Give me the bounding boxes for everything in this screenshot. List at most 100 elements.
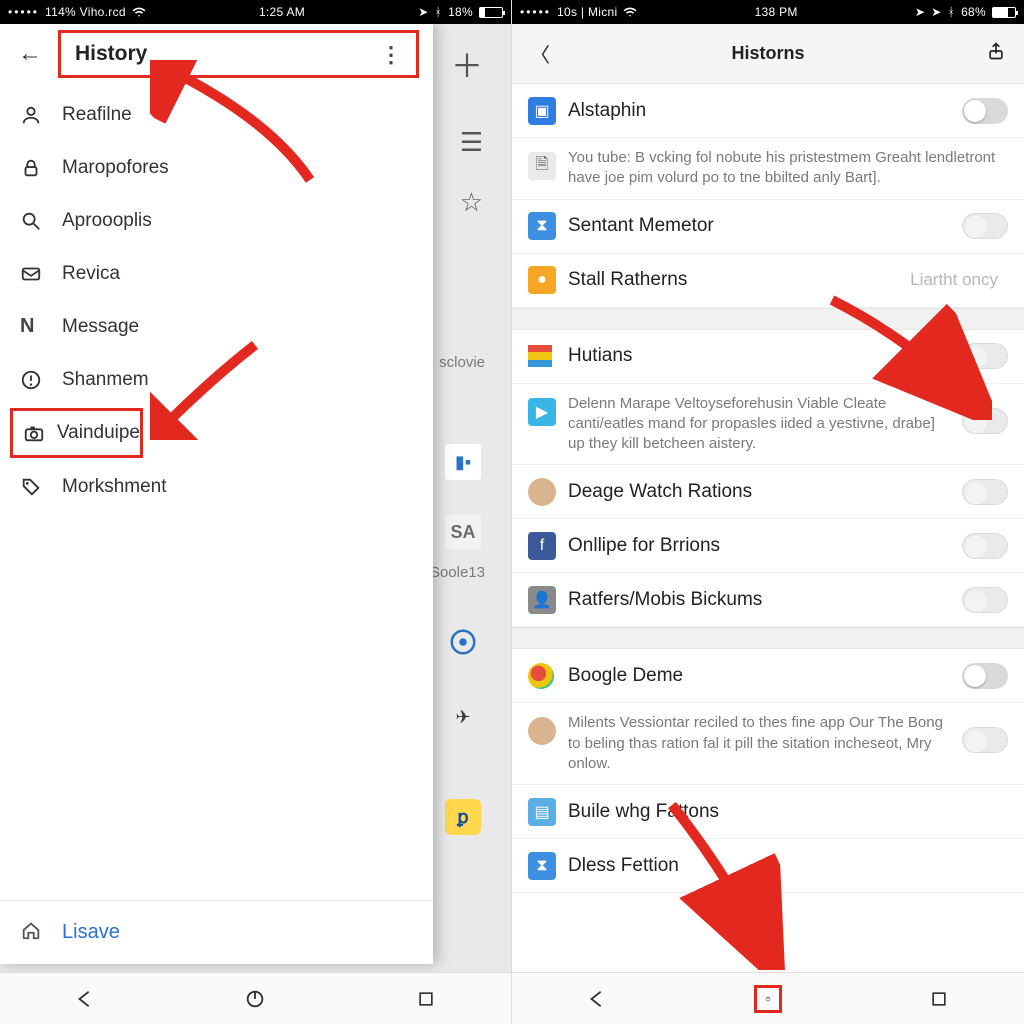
mail-icon: [20, 263, 62, 285]
person-icon: [20, 104, 62, 126]
battery-icon: [992, 7, 1016, 18]
hourglass-icon: ⧗: [528, 212, 556, 240]
row-stall-side: Liartht oncy: [910, 270, 998, 290]
wifi-icon: [132, 5, 146, 19]
play-icon: ▶: [528, 398, 556, 426]
section-divider: [512, 308, 1024, 330]
home-outline-icon: [20, 919, 62, 947]
person-orange-icon: ●: [528, 266, 556, 294]
person-silhouette-icon: 👤: [528, 586, 556, 614]
back-arrow-icon[interactable]: ←: [10, 40, 50, 68]
avatar-icon: [528, 478, 556, 506]
clock: 138 PM: [755, 5, 798, 19]
row-boogle[interactable]: Boogle Deme: [512, 649, 1024, 703]
row-hutians[interactable]: Hutians: [512, 330, 1024, 384]
calc-icon: ▤: [528, 798, 556, 826]
signal-dots: •••••: [520, 5, 551, 19]
menu-label: Maropofores: [62, 157, 169, 179]
folder-icon: ▣: [528, 97, 556, 125]
bg-label-sclovie: sclovie: [439, 354, 485, 371]
nav-home-icon-highlight[interactable]: [754, 985, 782, 1013]
carrier-label: 114% Viho.rcd: [45, 5, 126, 19]
stack-icon: [528, 345, 552, 367]
toggle-sentant[interactable]: [962, 213, 1008, 239]
toggle-onllipe[interactable]: [962, 533, 1008, 559]
right-header: 〈 Historns: [512, 24, 1024, 84]
toggle-alstaphin[interactable]: [962, 98, 1008, 124]
nav-back-icon[interactable]: [583, 985, 611, 1013]
menu-label: Vainduipe: [57, 422, 140, 444]
toggle-deage[interactable]: [962, 479, 1008, 505]
star-outline-icon[interactable]: ☆: [460, 187, 483, 218]
row-dless[interactable]: ⧗ Dless Fettion: [512, 839, 1024, 893]
camera-icon: [23, 422, 57, 444]
row-sentant[interactable]: ⧗ Sentant Memetor: [512, 200, 1024, 254]
toggle-ratfers[interactable]: [962, 587, 1008, 613]
menu-label: Revica: [62, 263, 120, 285]
carrier-label: 10s | Micni: [557, 5, 617, 19]
bg-tile-plane-icon: ✈: [445, 699, 481, 735]
location-arrow-icon: ➤: [915, 5, 925, 19]
menu-item-maropofores[interactable]: Maropofores: [0, 141, 433, 194]
plus-icon[interactable]: ＋: [451, 41, 483, 87]
section-divider: [512, 627, 1024, 649]
menu-item-reafilne[interactable]: Reafilne: [0, 88, 433, 141]
menu-label: Reafilne: [62, 104, 132, 126]
status-bar-left: ••••• 114% Viho.rcd 1:25 AM ➤ ᚼ 18%: [0, 0, 511, 24]
settings-scroll[interactable]: ▣ Alstaphin 🗎 You tube: B vcking fol nob…: [512, 84, 1024, 972]
row-buile[interactable]: ▤ Buile whg Fattons: [512, 785, 1024, 839]
bg-tile-circle-icon: [445, 624, 481, 660]
menu-item-message[interactable]: N Message: [0, 300, 433, 353]
toggle-hutians[interactable]: [962, 343, 1008, 369]
bluetooth-icon: ᚼ: [948, 5, 956, 19]
battery-icon: [479, 7, 503, 18]
bg-tile-sa: SA: [445, 514, 481, 550]
menu-item-aproooplis[interactable]: Aproooplis: [0, 194, 433, 247]
android-nav-left: [0, 972, 511, 1024]
kebab-menu-icon[interactable]: ⋮: [380, 49, 402, 60]
wifi-icon: [623, 5, 637, 19]
avatar-icon: [528, 717, 556, 745]
search-icon: [20, 210, 62, 232]
menu-label: Morkshment: [62, 476, 167, 498]
google-dots-icon: [528, 663, 554, 689]
menu-item-morkshment[interactable]: Morkshment: [0, 460, 433, 513]
toggle-boogle[interactable]: [962, 663, 1008, 689]
chevron-left-icon[interactable]: 〈: [530, 39, 550, 68]
nav-home-icon[interactable]: [241, 985, 269, 1013]
page-title: Historns: [731, 43, 804, 64]
toggle-delenn[interactable]: [962, 408, 1008, 434]
menu-label: Message: [62, 316, 139, 338]
tag-icon: [20, 476, 62, 498]
status-bar-right: ••••• 10s | Micni 138 PM ➤ ➤ ᚼ 68%: [512, 0, 1024, 24]
signal-dots: •••••: [8, 5, 39, 19]
lock-icon: [20, 157, 62, 179]
row-milents-blurb: Milents Vessiontar reciled to thes fine …: [512, 703, 1024, 785]
nav-back-icon[interactable]: [71, 985, 99, 1013]
row-youtube-blurb: 🗎 You tube: B vcking fol nobute his pris…: [512, 138, 1024, 200]
nav-recent-icon[interactable]: [412, 985, 440, 1013]
bg-label-soole: Soole13: [430, 564, 485, 581]
nav-recent-icon[interactable]: [925, 985, 953, 1013]
hourglass-icon: ⧗: [528, 852, 556, 880]
hamburger-icon[interactable]: ☰: [460, 127, 483, 158]
share-up-icon[interactable]: [986, 41, 1006, 67]
menu-item-revica[interactable]: Revica: [0, 247, 433, 300]
toggle-milents[interactable]: [962, 727, 1008, 753]
row-onllipe[interactable]: f Onllipe for Brrions: [512, 519, 1024, 573]
row-ratfers[interactable]: 👤 Ratfers/Mobis Bickums: [512, 573, 1024, 627]
menu-item-vainduipe-highlight[interactable]: Vainduipe: [10, 408, 143, 458]
row-alstaphin[interactable]: ▣ Alstaphin: [512, 84, 1024, 138]
menu-item-shanmem[interactable]: Shanmem: [0, 353, 433, 406]
drawer-menu: Reafilne Maropofores Aproooplis Revica N…: [0, 84, 433, 513]
row-deage[interactable]: Deage Watch Rations: [512, 465, 1024, 519]
document-icon: 🗎: [528, 152, 556, 180]
clock: 1:25 AM: [259, 5, 305, 19]
alert-icon: [20, 369, 62, 391]
location-arrow-icon: ➤: [931, 5, 941, 19]
row-stall[interactable]: ● Stall Ratherns Liartht oncy: [512, 254, 1024, 308]
drawer-footer-lisave[interactable]: Lisave: [0, 900, 433, 964]
footer-label: Lisave: [62, 921, 120, 944]
bg-tile-chart-icon: ▮▪: [445, 444, 481, 480]
history-header-highlight[interactable]: History ⋮: [58, 30, 419, 78]
